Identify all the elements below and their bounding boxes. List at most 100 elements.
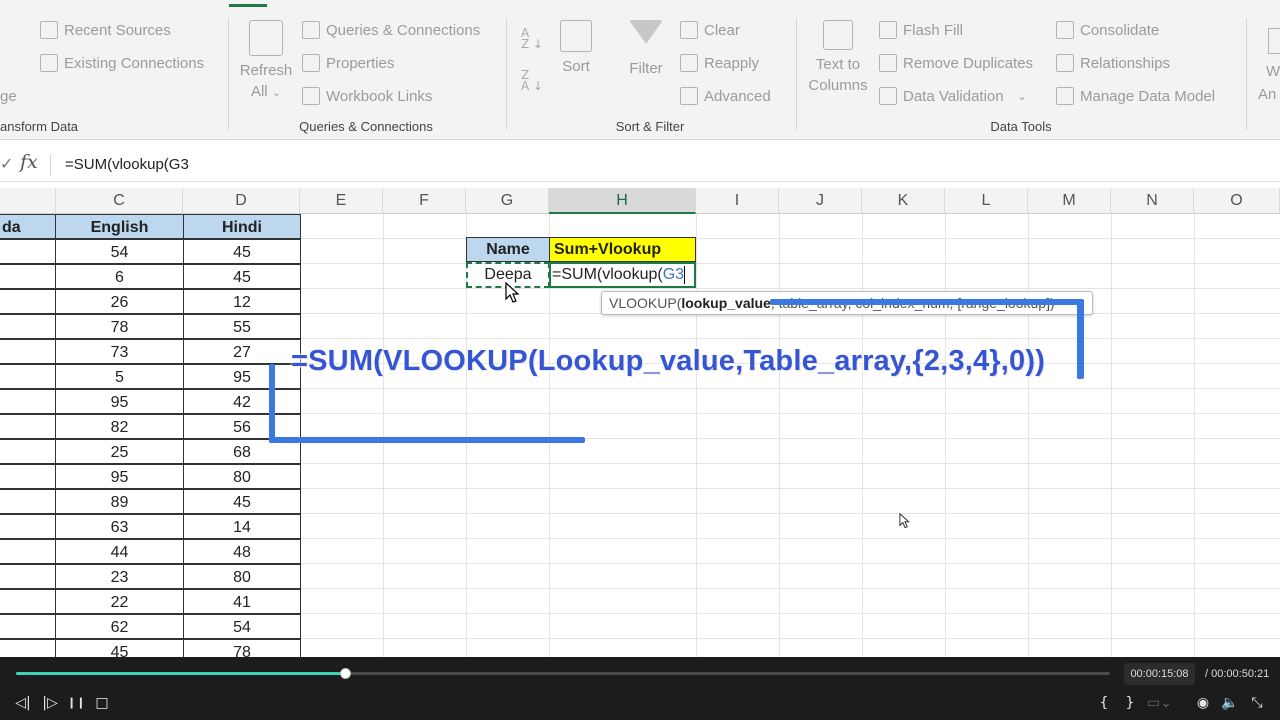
sort-button[interactable]: Sort (556, 20, 596, 77)
partial-ribbon-label-right-2[interactable]: An (1258, 86, 1276, 103)
flash-fill-button[interactable]: Flash Fill (879, 21, 963, 39)
hindi-cell[interactable]: 48 (183, 539, 301, 564)
column-header-c[interactable]: C (56, 188, 183, 214)
english-cell[interactable]: 54 (55, 239, 184, 264)
mark-in-icon[interactable]: { (1095, 695, 1113, 711)
column-header-k[interactable]: K (862, 188, 945, 214)
clear-button[interactable]: Clear (680, 21, 740, 39)
partial-cell[interactable] (0, 439, 56, 464)
partial-cell[interactable] (0, 414, 56, 439)
seek-handle[interactable] (340, 668, 351, 679)
previous-frame-icon[interactable]: ◁| (14, 695, 32, 711)
hindi-cell[interactable]: 56 (183, 414, 301, 439)
pause-icon[interactable]: ❙❙ (67, 695, 85, 711)
column-header-e[interactable]: E (300, 188, 383, 214)
insert-function-icon[interactable]: fx (20, 151, 38, 173)
partial-cell[interactable] (0, 239, 56, 264)
column-header-g[interactable]: G (466, 188, 549, 214)
consolidate-button[interactable]: Consolidate (1056, 21, 1159, 39)
english-cell[interactable]: 26 (55, 289, 184, 314)
english-cell[interactable]: 82 (55, 414, 184, 439)
partial-cell[interactable] (0, 539, 56, 564)
hindi-cell[interactable]: 95 (183, 364, 301, 389)
active-edit-cell[interactable]: =SUM(vlookup(G3 (549, 262, 696, 288)
column-header-o[interactable]: O (1194, 188, 1280, 214)
english-header-cell[interactable]: English (55, 214, 184, 239)
sort-a-z-icon[interactable]: AZ ↓ (521, 27, 543, 50)
english-cell[interactable]: 25 (55, 439, 184, 464)
partial-cell[interactable] (0, 564, 56, 589)
existing-connections-button[interactable]: Existing Connections (40, 54, 204, 72)
partial-cell[interactable] (0, 364, 56, 389)
english-cell[interactable]: 73 (55, 339, 184, 364)
data-validation-button[interactable]: Data Validation ⌄ (879, 87, 1027, 105)
partial-ribbon-label-right[interactable]: W (1266, 63, 1280, 80)
english-cell[interactable]: 23 (55, 564, 184, 589)
column-header-partial[interactable] (0, 188, 56, 214)
english-cell[interactable]: 5 (55, 364, 184, 389)
hindi-cell[interactable]: 55 (183, 314, 301, 339)
english-cell[interactable]: 22 (55, 589, 184, 614)
partial-cell[interactable] (0, 489, 56, 514)
sum-vlookup-header-cell[interactable]: Sum+Vlookup (549, 237, 696, 262)
manage-data-model-button[interactable]: Manage Data Model (1056, 87, 1215, 105)
clip-icon[interactable]: ▭⌄ (1147, 695, 1172, 711)
english-cell[interactable]: 95 (55, 464, 184, 489)
text-to-columns-button[interactable]: Text to Columns (806, 20, 870, 96)
partial-cell[interactable] (0, 289, 56, 314)
column-header-m[interactable]: M (1028, 188, 1111, 214)
column-header-h[interactable]: H (549, 188, 696, 214)
english-cell[interactable]: 78 (55, 314, 184, 339)
partial-cell[interactable] (0, 314, 56, 339)
stop-icon[interactable]: □ (93, 695, 111, 711)
worksheet-grid[interactable]: CDEFGHIJKLMNO da English Hindi 54 45 6 45 26 12 7… (0, 188, 1280, 658)
refresh-all-button[interactable]: Refresh All ⌄ (238, 20, 294, 104)
partial-cell[interactable] (0, 264, 56, 289)
properties-button[interactable]: Properties (302, 54, 394, 72)
hindi-cell[interactable]: 45 (183, 264, 301, 289)
hindi-cell[interactable]: 54 (183, 614, 301, 639)
hindi-cell[interactable]: 78 (183, 639, 301, 658)
advanced-button[interactable]: Advanced (680, 87, 771, 105)
hindi-cell[interactable]: 80 (183, 464, 301, 489)
hindi-cell[interactable]: 41 (183, 589, 301, 614)
english-cell[interactable]: 95 (55, 389, 184, 414)
english-cell[interactable]: 89 (55, 489, 184, 514)
hindi-cell[interactable]: 45 (183, 489, 301, 514)
hindi-cell[interactable]: 27 (183, 339, 301, 364)
partial-ribbon-label[interactable]: ge (0, 88, 17, 105)
partial-header-cell[interactable]: da (0, 214, 56, 239)
column-header-l[interactable]: L (945, 188, 1028, 214)
english-cell[interactable]: 62 (55, 614, 184, 639)
partial-cell[interactable] (0, 514, 56, 539)
fullscreen-icon[interactable]: ⤡ (1248, 695, 1266, 711)
sort-z-a-icon[interactable]: ZA ↓ (521, 69, 543, 92)
name-header-cell[interactable]: Name (466, 237, 550, 262)
hindi-header-cell[interactable]: Hindi (183, 214, 301, 239)
snapshot-icon[interactable]: ◉ (1194, 695, 1212, 711)
seek-bar[interactable] (16, 668, 1110, 679)
english-cell[interactable]: 45 (55, 639, 184, 658)
column-header-i[interactable]: I (696, 188, 779, 214)
reapply-button[interactable]: Reapply (680, 54, 759, 72)
queries-connections-button[interactable]: Queries & Connections (302, 21, 480, 39)
volume-icon[interactable]: 🔈 (1221, 695, 1239, 711)
partial-cell[interactable] (0, 589, 56, 614)
workbook-links-button[interactable]: Workbook Links (302, 87, 432, 105)
hindi-cell[interactable]: 45 (183, 239, 301, 264)
enter-check-icon[interactable]: ✓ (0, 154, 13, 174)
remove-duplicates-button[interactable]: Remove Duplicates (879, 54, 1033, 72)
filter-button[interactable]: Filter (624, 20, 668, 79)
column-header-n[interactable]: N (1111, 188, 1194, 214)
next-frame-icon[interactable]: |▷ (41, 695, 59, 711)
english-cell[interactable]: 63 (55, 514, 184, 539)
hindi-cell[interactable]: 12 (183, 289, 301, 314)
column-header-f[interactable]: F (383, 188, 466, 214)
formula-input[interactable]: =SUM(vlookup(G3 (65, 156, 189, 173)
english-cell[interactable]: 44 (55, 539, 184, 564)
english-cell[interactable]: 6 (55, 264, 184, 289)
hindi-cell[interactable]: 14 (183, 514, 301, 539)
column-header-d[interactable]: D (183, 188, 300, 214)
hindi-cell[interactable]: 80 (183, 564, 301, 589)
recent-sources-button[interactable]: Recent Sources (40, 21, 171, 39)
